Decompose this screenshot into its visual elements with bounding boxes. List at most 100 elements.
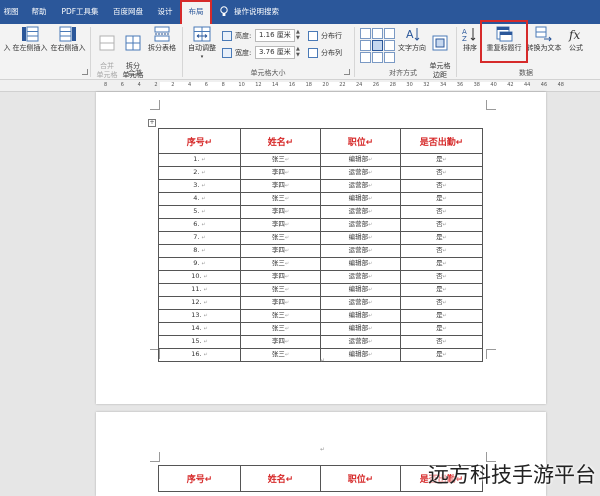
cell-number[interactable]: 2. ↵ [158, 166, 241, 180]
cell-position[interactable]: 编辑部↵ [320, 153, 401, 167]
cell-number[interactable]: 14. ↵ [158, 322, 241, 336]
header-cell-number[interactable]: 序号↵ [158, 465, 241, 492]
cell-name[interactable]: 张三↵ [240, 192, 321, 206]
cell-position[interactable]: 编辑部↵ [320, 309, 401, 323]
cell-margins-button[interactable]: 单元格 边距 [428, 26, 452, 80]
align-bottom-right-button[interactable] [384, 52, 395, 63]
cell-number[interactable]: 12. ↵ [158, 296, 241, 310]
cell-position[interactable]: 运营部↵ [320, 205, 401, 219]
align-middle-left-button[interactable] [360, 40, 371, 51]
cell-attendance[interactable]: 是↵ [400, 192, 483, 206]
cell-number[interactable]: 13. ↵ [158, 309, 241, 323]
cell-number[interactable]: 6. ↵ [158, 218, 241, 232]
insert-right-button[interactable]: 在右侧插入 [50, 26, 86, 53]
tab-view[interactable]: 视图 [0, 0, 22, 24]
cell-name[interactable]: 李四↵ [240, 335, 321, 349]
cell-name[interactable]: 李四↵ [240, 270, 321, 284]
cell-attendance[interactable]: 否↵ [400, 218, 483, 232]
cell-number[interactable]: 16. ↵ [158, 348, 241, 362]
cell-name[interactable]: 张三↵ [240, 257, 321, 271]
align-bottom-left-button[interactable] [360, 52, 371, 63]
convert-to-text-button[interactable]: 转换为文本 [526, 26, 562, 53]
sort-button[interactable]: AZ 排序 [460, 26, 480, 53]
cell-position[interactable]: 运营部↵ [320, 296, 401, 310]
cell-position[interactable]: 运营部↵ [320, 166, 401, 180]
cell-number[interactable]: 11. ↵ [158, 283, 241, 297]
cell-attendance[interactable]: 否↵ [400, 335, 483, 349]
cell-attendance[interactable]: 否↵ [400, 270, 483, 284]
align-bottom-center-button[interactable] [372, 52, 383, 63]
table-move-handle-icon[interactable]: + [148, 119, 156, 127]
header-cell-name[interactable]: 姓名↵ [240, 465, 321, 492]
cell-position[interactable]: 编辑部↵ [320, 283, 401, 297]
tab-baidu-netdisk[interactable]: 百度网盘 [108, 0, 148, 24]
align-top-right-button[interactable] [384, 28, 395, 39]
tab-design[interactable]: 设计 [153, 0, 177, 24]
cell-position[interactable]: 运营部↵ [320, 218, 401, 232]
cell-position[interactable]: 编辑部↵ [320, 257, 401, 271]
cell-attendance[interactable]: 否↵ [400, 296, 483, 310]
header-cell-number[interactable]: 序号↵ [158, 128, 241, 154]
cell-attendance[interactable]: 是↵ [400, 153, 483, 167]
cell-position[interactable]: 编辑部↵ [320, 231, 401, 245]
align-top-left-button[interactable] [360, 28, 371, 39]
split-table-button[interactable]: 拆分表格 [146, 26, 178, 53]
cell-number[interactable]: 10. ↵ [158, 270, 241, 284]
distribute-columns-button[interactable]: 分布列 [308, 46, 358, 60]
cell-position[interactable]: 运营部↵ [320, 335, 401, 349]
cell-number[interactable]: 1. ↵ [158, 153, 241, 167]
cell-name[interactable]: 张三↵ [240, 322, 321, 336]
align-top-center-button[interactable] [372, 28, 383, 39]
cell-attendance[interactable]: 否↵ [400, 205, 483, 219]
column-width-input[interactable]: 3.76 厘米 [255, 46, 295, 59]
header-cell-position[interactable]: 职位↵ [320, 465, 401, 492]
cell-position[interactable]: 编辑部↵ [320, 322, 401, 336]
cell-size-launcher[interactable] [344, 69, 350, 75]
cell-attendance[interactable]: 是↵ [400, 309, 483, 323]
header-cell-attendance[interactable]: 是否出勤↵ [400, 128, 483, 154]
cell-number[interactable]: 4. ↵ [158, 192, 241, 206]
cell-attendance[interactable]: 否↵ [400, 179, 483, 193]
cell-name[interactable]: 张三↵ [240, 348, 321, 362]
tab-pdf-tools[interactable]: PDF工具集 [58, 0, 102, 24]
insert-left-button[interactable]: 在左侧插入 [12, 26, 48, 53]
align-center-button[interactable] [372, 40, 383, 51]
cell-number[interactable]: 15. ↵ [158, 335, 241, 349]
cell-attendance[interactable]: 否↵ [400, 244, 483, 258]
cell-position[interactable]: 运营部↵ [320, 179, 401, 193]
cell-name[interactable]: 李四↵ [240, 296, 321, 310]
tab-help[interactable]: 帮助 [26, 0, 52, 24]
rows-columns-launcher[interactable] [82, 69, 88, 75]
distribute-rows-button[interactable]: 分布行 [308, 29, 358, 43]
tab-layout[interactable]: 布局 [180, 0, 212, 24]
header-cell-position[interactable]: 职位↵ [320, 128, 401, 154]
cell-attendance[interactable]: 是↵ [400, 348, 483, 362]
column-width-spinner[interactable]: ▲ ▼ [296, 46, 302, 59]
row-height-spinner[interactable]: ▲ ▼ [296, 29, 302, 42]
row-height-input[interactable]: 1.16 厘米 [255, 29, 295, 42]
cell-name[interactable]: 李四↵ [240, 218, 321, 232]
cell-name[interactable]: 李四↵ [240, 244, 321, 258]
cell-position[interactable]: 编辑部↵ [320, 192, 401, 206]
cell-number[interactable]: 7. ↵ [158, 231, 241, 245]
cell-attendance[interactable]: 是↵ [400, 257, 483, 271]
header-cell-name[interactable]: 姓名↵ [240, 128, 321, 154]
cell-name[interactable]: 李四↵ [240, 166, 321, 180]
text-direction-button[interactable]: A 文字方向 [396, 26, 428, 53]
cell-name[interactable]: 张三↵ [240, 309, 321, 323]
cell-name[interactable]: 张三↵ [240, 283, 321, 297]
cell-number[interactable]: 9. ↵ [158, 257, 241, 271]
tell-me-search[interactable]: 操作说明搜索 [234, 0, 294, 24]
cell-position[interactable]: 运营部↵ [320, 244, 401, 258]
autofit-button[interactable]: 自动调整 ▾ [186, 26, 218, 62]
cell-attendance[interactable]: 否↵ [400, 166, 483, 180]
cell-name[interactable]: 张三↵ [240, 231, 321, 245]
cell-attendance[interactable]: 是↵ [400, 283, 483, 297]
cell-attendance[interactable]: 是↵ [400, 231, 483, 245]
cell-name[interactable]: 张三↵ [240, 153, 321, 167]
cell-number[interactable]: 3. ↵ [158, 179, 241, 193]
cell-name[interactable]: 李四↵ [240, 205, 321, 219]
formula-button[interactable]: fx 公式 [562, 26, 590, 53]
cell-position[interactable]: 编辑部↵ [320, 348, 401, 362]
cell-attendance[interactable]: 是↵ [400, 322, 483, 336]
